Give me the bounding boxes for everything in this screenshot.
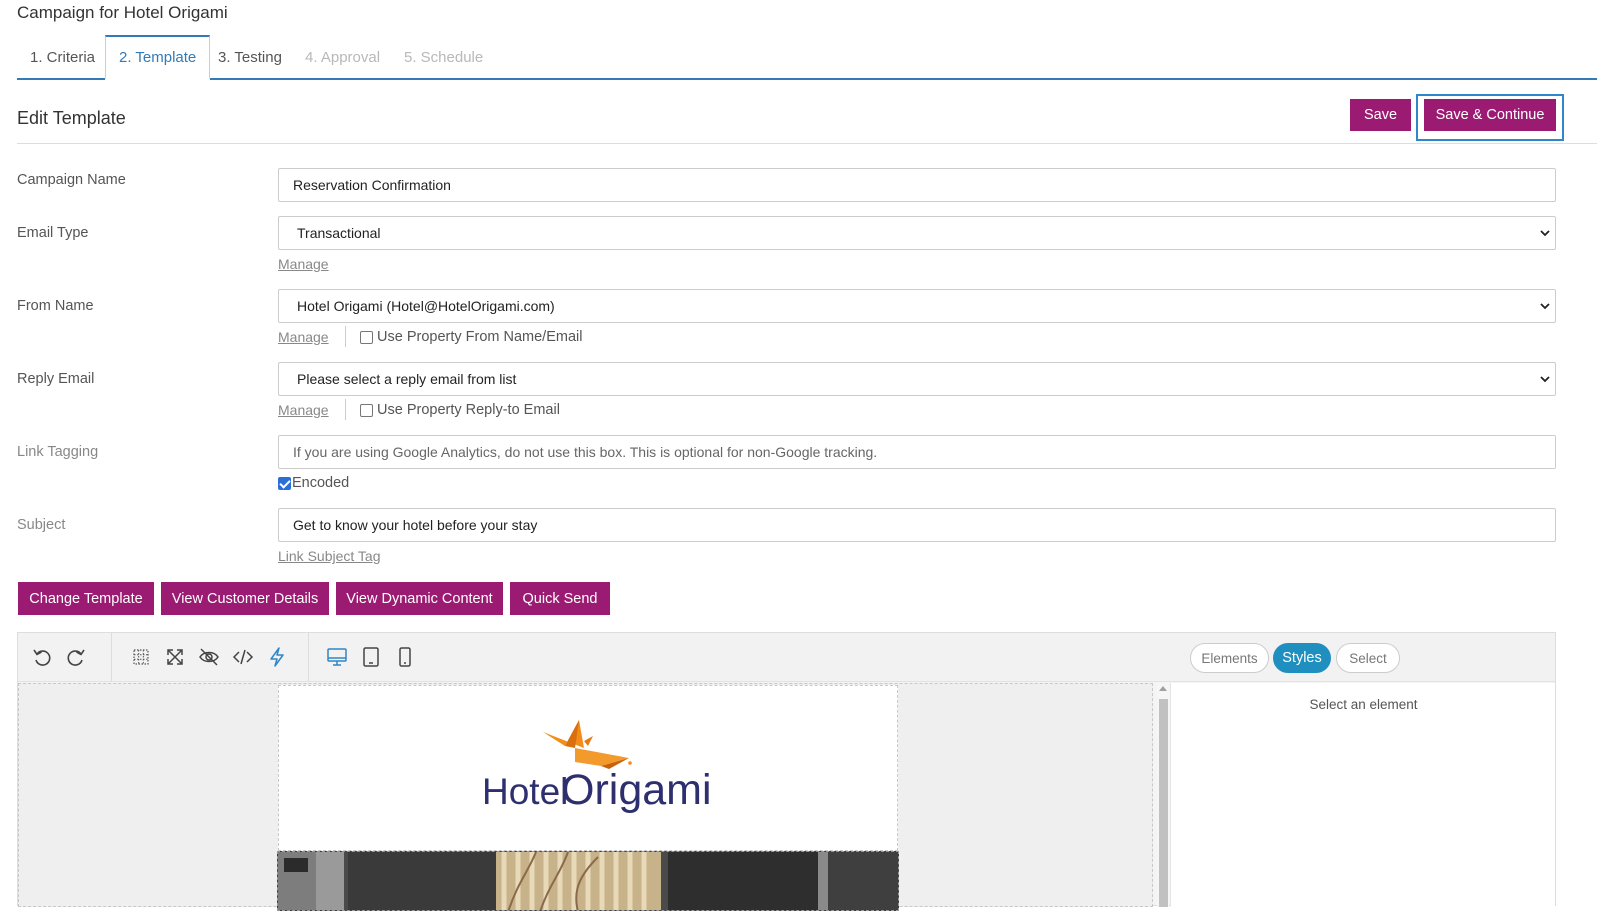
encoded-checkbox[interactable]: Encoded bbox=[278, 475, 349, 491]
code-icon[interactable] bbox=[231, 645, 255, 669]
tab-styles[interactable]: Styles bbox=[1273, 643, 1331, 673]
logo-text-origami: Origami bbox=[561, 766, 712, 814]
use-property-reply-checkbox[interactable]: Use Property Reply-to Email bbox=[360, 402, 560, 418]
tab-criteria[interactable]: 1. Criteria bbox=[17, 35, 108, 79]
link-subject-tag-link[interactable]: Link Subject Tag bbox=[278, 548, 380, 564]
reply-email-manage-link[interactable]: Manage bbox=[278, 402, 329, 418]
from-name-select[interactable]: Hotel Origami (Hotel@HotelOrigami.com) bbox=[278, 289, 1556, 323]
origami-bird-icon bbox=[543, 720, 632, 769]
link-tagging-input[interactable]: If you are using Google Analytics, do no… bbox=[278, 435, 1556, 469]
template-editor: Elements Styles Select Hotel Origami Sel… bbox=[17, 632, 1556, 911]
hotel-hero-image[interactable] bbox=[277, 851, 899, 911]
tab-approval: 4. Approval bbox=[305, 49, 381, 66]
change-template-button[interactable]: Change Template bbox=[18, 582, 154, 615]
divider bbox=[345, 326, 346, 347]
tab-template[interactable]: 2. Template bbox=[105, 35, 211, 80]
grid-icon[interactable] bbox=[129, 645, 153, 669]
hotel-interior-photo bbox=[278, 852, 898, 910]
email-canvas[interactable]: Hotel Origami bbox=[18, 683, 1153, 911]
scrollbar-thumb[interactable] bbox=[1159, 699, 1168, 907]
from-name-value: Hotel Origami (Hotel@HotelOrigami.com) bbox=[297, 298, 555, 314]
tab-select[interactable]: Select bbox=[1336, 643, 1400, 673]
reply-email-select[interactable]: Please select a reply email from list bbox=[278, 362, 1556, 396]
link-tagging-label: Link Tagging bbox=[17, 444, 99, 460]
panel-message: Select an element bbox=[1309, 697, 1418, 712]
tab-schedule: 5. Schedule bbox=[404, 49, 484, 66]
section-title: Edit Template bbox=[17, 108, 126, 128]
editor-toolbar: Elements Styles Select bbox=[18, 633, 1555, 682]
use-property-from-label: Use Property From Name/Email bbox=[377, 329, 583, 345]
toolbar-divider bbox=[308, 633, 309, 682]
tab-elements[interactable]: Elements bbox=[1190, 643, 1269, 673]
redo-icon[interactable] bbox=[64, 645, 88, 669]
undo-icon[interactable] bbox=[30, 645, 54, 669]
desktop-icon[interactable] bbox=[325, 645, 349, 669]
chevron-down-icon bbox=[1540, 376, 1550, 383]
tab-testing[interactable]: 3. Testing bbox=[205, 35, 295, 79]
canvas-scrollbar[interactable] bbox=[1157, 683, 1169, 907]
page-title: Campaign for Hotel Origami bbox=[17, 3, 228, 22]
reply-email-value: Please select a reply email from list bbox=[297, 371, 517, 387]
mobile-icon[interactable] bbox=[393, 645, 417, 669]
use-property-reply-label: Use Property Reply-to Email bbox=[377, 402, 560, 418]
fullscreen-icon[interactable] bbox=[163, 645, 187, 669]
styles-panel: Select an element bbox=[1170, 683, 1555, 907]
preview-hidden-icon[interactable] bbox=[197, 645, 221, 669]
campaign-name-label: Campaign Name bbox=[17, 172, 126, 188]
email-type-value: Transactional bbox=[297, 225, 381, 241]
wizard-tabs: 1. Criteria 2. Template 3. Testing 4. Ap… bbox=[17, 35, 1597, 80]
chevron-down-icon bbox=[1540, 230, 1550, 237]
checkbox[interactable] bbox=[278, 476, 291, 490]
from-name-label: From Name bbox=[17, 298, 94, 314]
reply-email-label: Reply Email bbox=[17, 371, 95, 387]
tablet-icon[interactable] bbox=[359, 645, 383, 669]
scroll-up-arrow-icon[interactable] bbox=[1159, 686, 1167, 691]
encoded-label: Encoded bbox=[292, 475, 350, 491]
lightning-icon[interactable] bbox=[265, 645, 289, 669]
email-header-block[interactable]: Hotel Origami bbox=[278, 685, 898, 851]
subject-input[interactable]: Get to know your hotel before your stay bbox=[278, 508, 1556, 542]
view-customer-details-button[interactable]: View Customer Details bbox=[161, 582, 329, 615]
campaign-name-input[interactable]: Reservation Confirmation bbox=[278, 168, 1556, 202]
from-name-manage-link[interactable]: Manage bbox=[278, 329, 329, 345]
email-type-select[interactable]: Transactional bbox=[278, 216, 1556, 250]
subject-label: Subject bbox=[17, 517, 66, 533]
logo-text-hotel: Hotel bbox=[482, 771, 568, 812]
email-type-manage-link[interactable]: Manage bbox=[278, 256, 329, 272]
save-button[interactable]: Save bbox=[1350, 99, 1411, 131]
hotel-origami-logo: Hotel Origami bbox=[482, 720, 712, 814]
toolbar-divider bbox=[111, 633, 112, 682]
view-dynamic-content-button[interactable]: View Dynamic Content bbox=[336, 582, 503, 615]
checkbox[interactable] bbox=[360, 403, 373, 417]
divider bbox=[345, 399, 346, 420]
use-property-from-checkbox[interactable]: Use Property From Name/Email bbox=[360, 329, 582, 345]
quick-send-button[interactable]: Quick Send bbox=[510, 582, 610, 615]
checkbox[interactable] bbox=[360, 330, 373, 344]
section-divider bbox=[17, 143, 1597, 144]
email-type-label: Email Type bbox=[17, 225, 89, 241]
save-continue-button[interactable]: Save & Continue bbox=[1424, 99, 1556, 131]
chevron-down-icon bbox=[1540, 303, 1550, 310]
